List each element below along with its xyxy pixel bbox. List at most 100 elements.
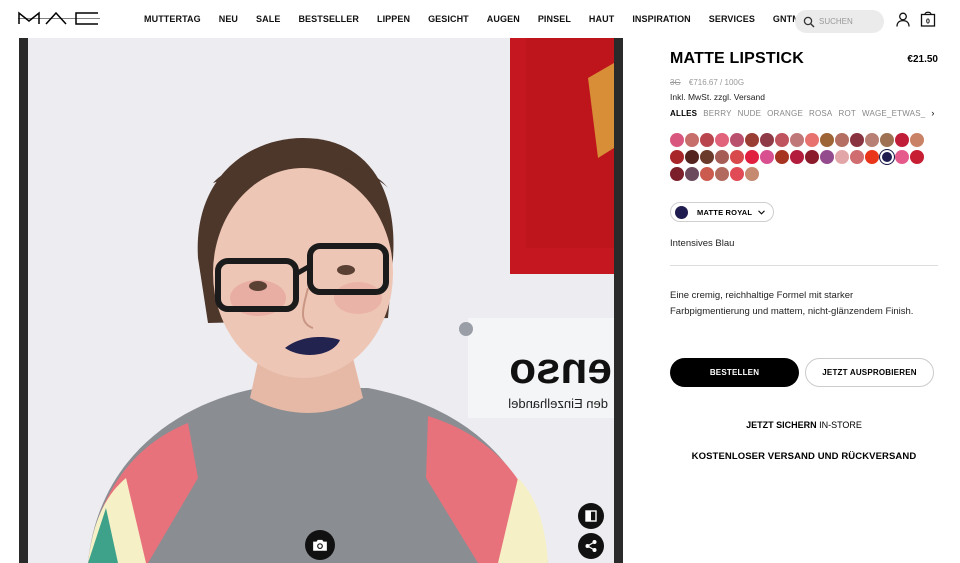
- nav-item-muttertag[interactable]: MUTTERTAG: [144, 14, 201, 24]
- nav-item-sale[interactable]: SALE: [256, 14, 280, 24]
- shade-swatch[interactable]: [730, 150, 744, 164]
- nav-item-augen[interactable]: AUGEN: [487, 14, 520, 24]
- bag-count: 0: [926, 19, 930, 26]
- try-on-button[interactable]: JETZT AUSPROBIEREN: [805, 358, 934, 387]
- shade-filters: ALLES BERRY NUDE ORANGE ROSA ROT WAGE_ET…: [670, 109, 934, 119]
- shade-swatch[interactable]: [685, 133, 699, 147]
- shade-swatch[interactable]: [879, 149, 895, 165]
- search-box[interactable]: [795, 10, 884, 33]
- nav-item-services[interactable]: SERVICES: [709, 14, 755, 24]
- shade-swatch[interactable]: [850, 150, 864, 164]
- shade-swatch[interactable]: [670, 133, 684, 147]
- filter-rot[interactable]: ROT: [838, 109, 856, 118]
- unit-price: €716.67 / 100G: [688, 78, 745, 87]
- nav-item-lippen[interactable]: LIPPEN: [377, 14, 410, 24]
- shade-swatch[interactable]: [850, 133, 864, 147]
- shade-swatch[interactable]: [715, 167, 729, 181]
- tax-note: Inkl. MwSt. zzgl. Versand: [670, 92, 765, 102]
- shade-swatch[interactable]: [895, 133, 909, 147]
- shade-swatch[interactable]: [760, 150, 774, 164]
- nav-item-gesicht[interactable]: GESICHT: [428, 14, 469, 24]
- selected-shade-name: MATTE ROYAL: [697, 207, 753, 217]
- instore-link[interactable]: JETZT SICHERN IN-STORE: [670, 420, 938, 430]
- instore-bold: JETZT SICHERN: [746, 420, 817, 430]
- shade-swatch[interactable]: [790, 133, 804, 147]
- shade-swatch[interactable]: [730, 167, 744, 181]
- shade-swatch[interactable]: [685, 150, 699, 164]
- shade-swatch[interactable]: [760, 133, 774, 147]
- shade-description: Intensives Blau: [670, 238, 735, 249]
- shade-swatch[interactable]: [715, 150, 729, 164]
- split-view-icon: [585, 510, 597, 522]
- instore-rest: IN-STORE: [819, 420, 862, 430]
- mac-logo[interactable]: [18, 10, 100, 26]
- shade-swatch[interactable]: [805, 150, 819, 164]
- compare-view-button[interactable]: [578, 503, 604, 529]
- camera-feed: enso den Einzelhandel: [28, 38, 614, 563]
- search-icon: [803, 16, 815, 27]
- shade-swatch[interactable]: [865, 150, 879, 164]
- shade-swatch[interactable]: [775, 133, 789, 147]
- shade-swatch-grid: [670, 133, 934, 184]
- product-price: €21.50: [907, 54, 938, 65]
- shade-swatch[interactable]: [730, 133, 744, 147]
- nav-item-bestseller[interactable]: BESTSELLER: [298, 14, 359, 24]
- shade-swatch[interactable]: [865, 133, 879, 147]
- filter-orange[interactable]: ORANGE: [767, 109, 803, 118]
- size-info: 3G €716.67 / 100G: [670, 78, 744, 87]
- product-description: Eine cremig, reichhaltige Formel mit sta…: [670, 290, 914, 317]
- share-button[interactable]: [578, 533, 604, 559]
- nav-item-pinsel[interactable]: PINSEL: [538, 14, 571, 24]
- capture-photo-button[interactable]: [305, 530, 335, 560]
- shade-swatch[interactable]: [880, 133, 894, 147]
- account-icon[interactable]: [896, 12, 910, 27]
- shade-swatch[interactable]: [790, 150, 804, 164]
- chevron-down-icon: [758, 209, 766, 215]
- shopping-bag-icon[interactable]: 0: [920, 10, 936, 27]
- shade-swatch[interactable]: [835, 150, 849, 164]
- shade-swatch[interactable]: [670, 167, 684, 181]
- shade-swatch[interactable]: [895, 150, 909, 164]
- product-title: MATTE LIPSTICK: [670, 50, 805, 67]
- shade-swatch[interactable]: [745, 150, 759, 164]
- order-button[interactable]: BESTELLEN: [670, 358, 799, 387]
- sign-text: enso: [509, 344, 612, 393]
- shade-swatch[interactable]: [745, 133, 759, 147]
- shade-dropdown[interactable]: MATTE ROYAL: [670, 202, 775, 222]
- camera-icon: [313, 539, 327, 551]
- product-details: MATTE LIPSTICK €21.50 3G €716.67 / 100G …: [670, 38, 938, 563]
- shade-swatch[interactable]: [820, 150, 834, 164]
- sign-subtext: den Einzelhandel: [508, 396, 608, 411]
- shade-swatch[interactable]: [745, 167, 759, 181]
- nav-item-haut[interactable]: HAUT: [589, 14, 614, 24]
- shade-swatch[interactable]: [685, 167, 699, 181]
- shade-swatch[interactable]: [700, 150, 714, 164]
- filter-berry[interactable]: BERRY: [703, 109, 731, 118]
- filter-wage-etwas[interactable]: WAGE_ETWAS_: [862, 109, 925, 118]
- filter-nude[interactable]: NUDE: [738, 109, 761, 118]
- shade-swatch[interactable]: [715, 133, 729, 147]
- shade-swatch[interactable]: [820, 133, 834, 147]
- product-size: 3G: [670, 78, 681, 87]
- chevron-right-icon[interactable]: ›: [931, 109, 934, 118]
- shade-swatch[interactable]: [910, 133, 924, 147]
- filter-rosa[interactable]: ROSA: [809, 109, 832, 118]
- virtual-try-on-view[interactable]: enso den Einzelhandel: [19, 38, 623, 563]
- divider: [670, 265, 938, 266]
- main-nav: MUTTERTAG NEU SALE BESTSELLER LIPPEN GES…: [144, 14, 800, 24]
- filter-alles[interactable]: ALLES: [670, 109, 697, 118]
- selected-shade-swatch: [675, 205, 688, 219]
- nav-item-neu[interactable]: NEU: [219, 14, 238, 24]
- shipping-note: KOSTENLOSER VERSAND UND RÜCKVERSAND: [691, 451, 917, 462]
- nav-item-inspiration[interactable]: INSPIRATION: [632, 14, 690, 24]
- shade-swatch[interactable]: [775, 150, 789, 164]
- shade-swatch[interactable]: [805, 133, 819, 147]
- site-header: MUTTERTAG NEU SALE BESTSELLER LIPPEN GES…: [0, 0, 960, 38]
- shade-swatch[interactable]: [670, 150, 684, 164]
- shade-swatch[interactable]: [835, 133, 849, 147]
- share-icon: [585, 540, 597, 552]
- shade-swatch[interactable]: [910, 150, 924, 164]
- search-input[interactable]: [819, 17, 879, 26]
- shade-swatch[interactable]: [700, 133, 714, 147]
- shade-swatch[interactable]: [700, 167, 714, 181]
